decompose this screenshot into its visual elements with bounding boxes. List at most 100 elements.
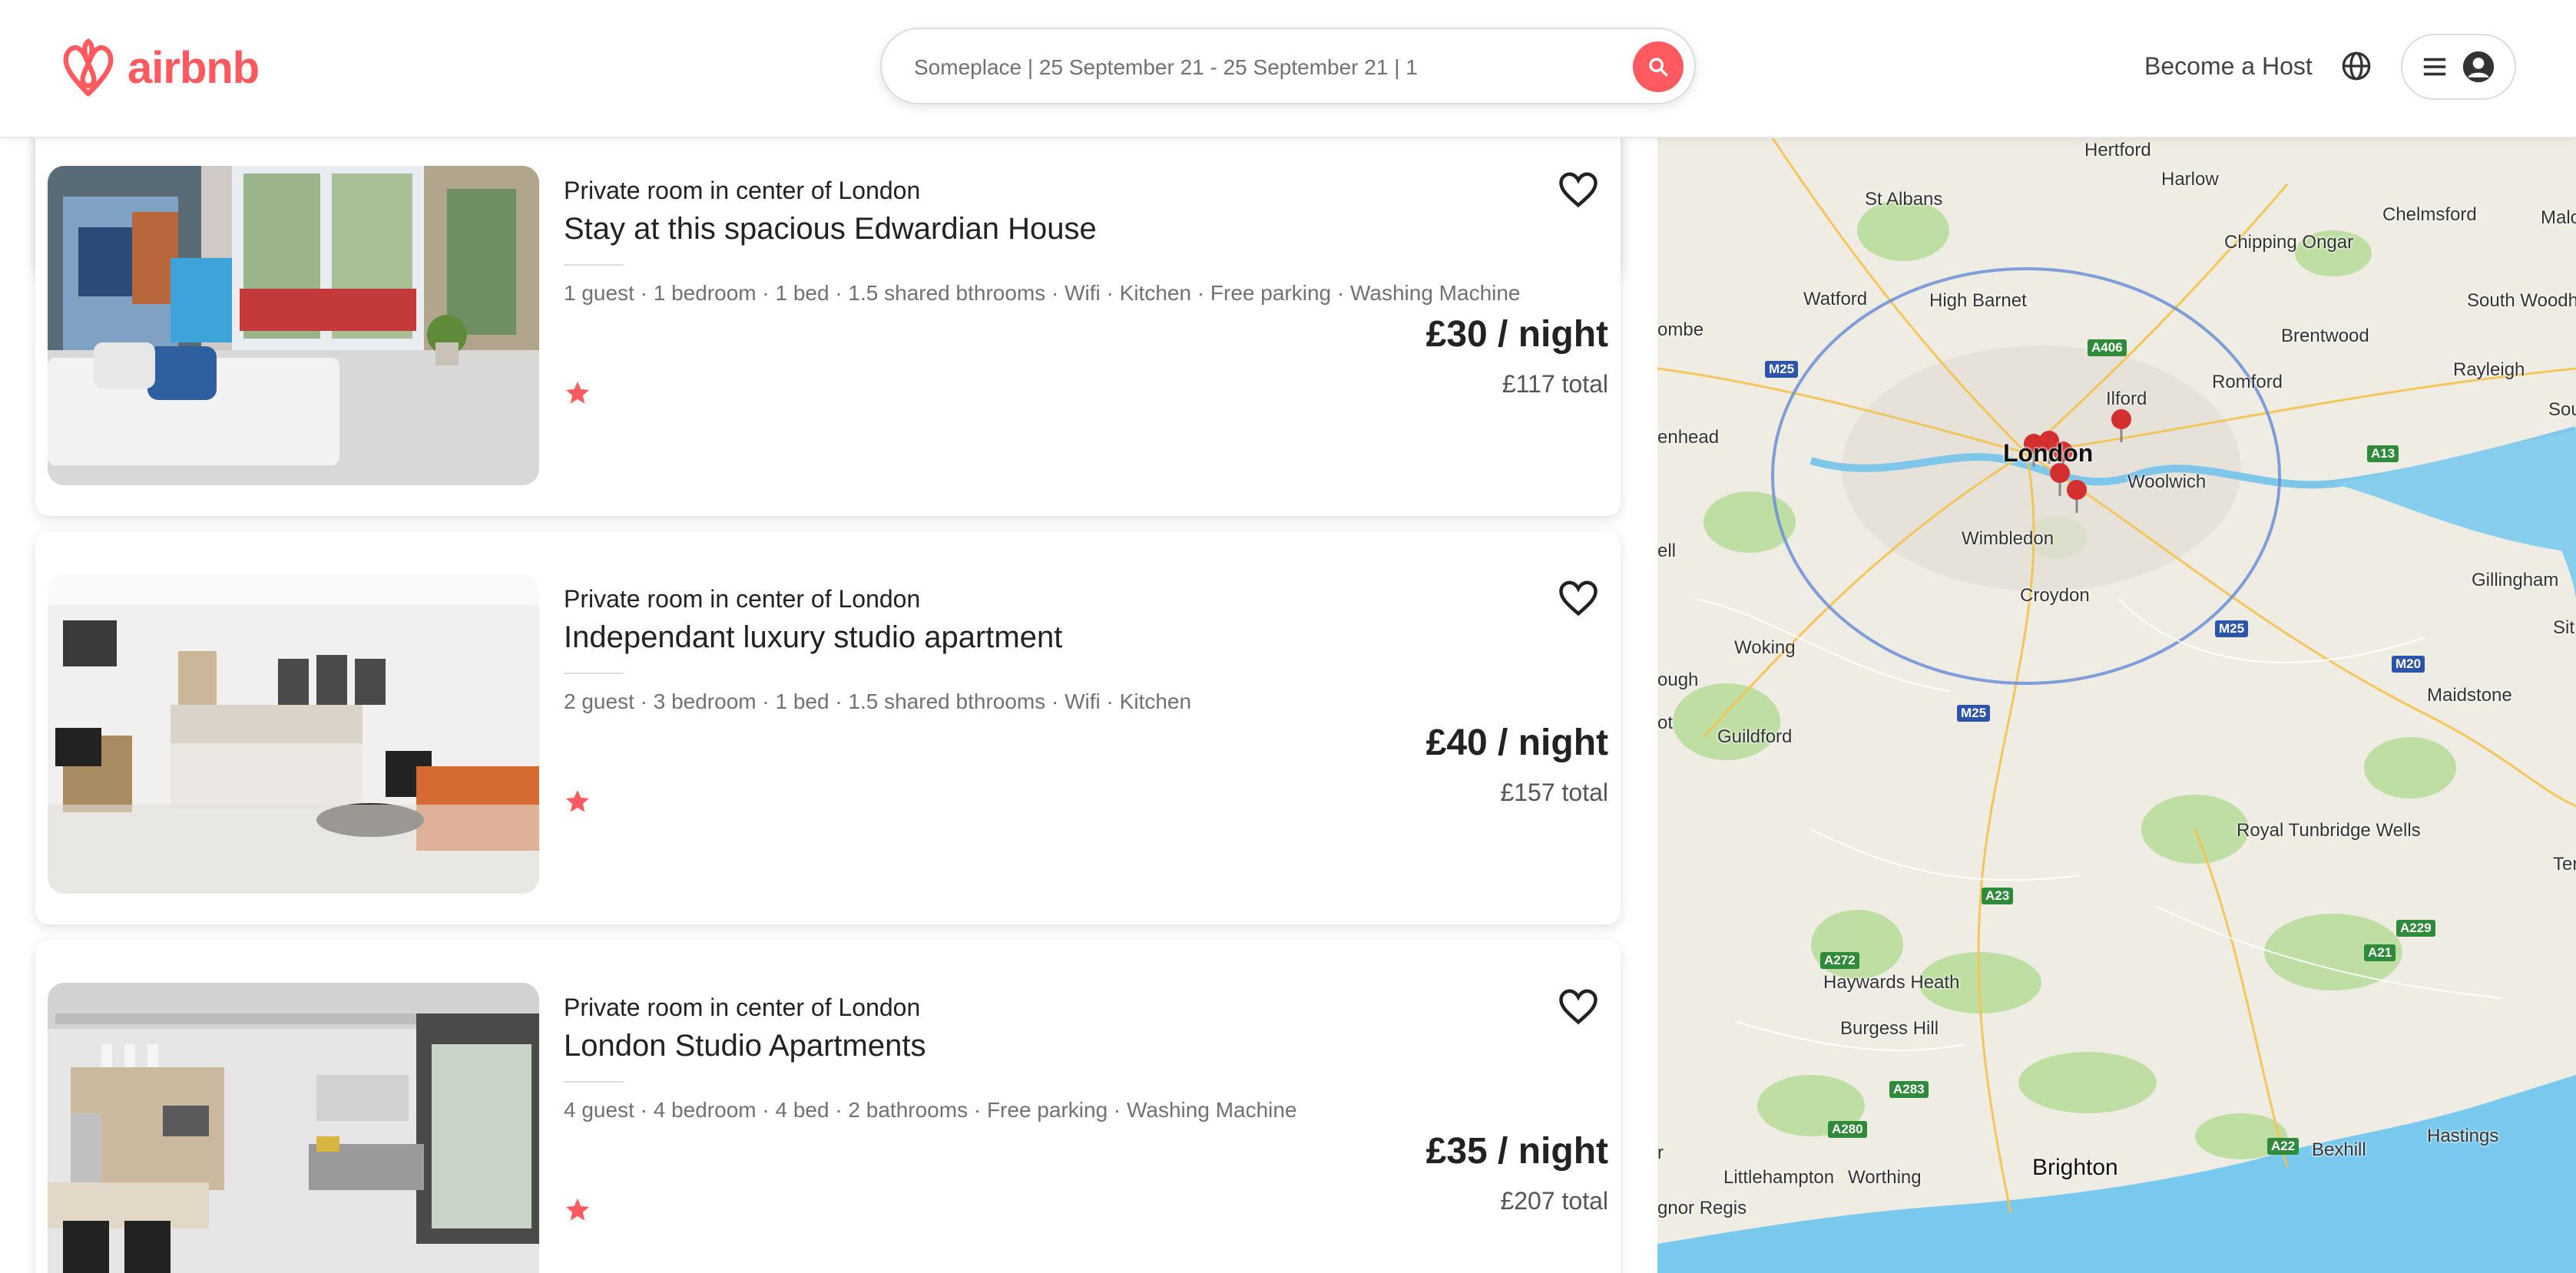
- room-photo-apartments: [48, 983, 539, 1273]
- map-label: Guildford: [1717, 726, 1793, 747]
- map-label: gnor Regis: [1657, 1198, 1747, 1218]
- road-label: M25: [1765, 361, 1799, 378]
- map-label: Watford: [1803, 289, 1868, 309]
- map-label: Littlehampton: [1723, 1167, 1835, 1188]
- map-label: enhead: [1657, 427, 1720, 448]
- favorite-heart-icon[interactable]: [1558, 579, 1599, 617]
- road-label: A21: [2364, 944, 2396, 961]
- map-label: Sit: [2553, 617, 2575, 638]
- listing-divider: [564, 1081, 624, 1083]
- road-label: A22: [2267, 1138, 2300, 1155]
- map-label: Brentwood: [2281, 326, 2369, 346]
- listing-room-type: Private room in center of London: [564, 177, 921, 204]
- listing-card[interactable]: Private room in center of London Indepen…: [35, 531, 1621, 924]
- map-label: r: [1657, 1142, 1664, 1163]
- map-panel[interactable]: Hertford Harlow Chelmsford Malo St Alban…: [1657, 138, 2576, 1273]
- listing-room-type: Private room in center of London: [564, 994, 921, 1021]
- airbnb-logo[interactable]: airbnb: [58, 35, 260, 100]
- listing-photo[interactable]: [48, 166, 539, 485]
- favorite-heart-icon[interactable]: [1558, 170, 1599, 209]
- map-label: Hastings: [2427, 1126, 2499, 1146]
- listing-photo[interactable]: [48, 983, 539, 1273]
- listings-panel[interactable]: Private room in center of London Stay at…: [0, 138, 1656, 1273]
- map-label: Gillingham: [2472, 570, 2559, 590]
- map-label: Haywards Heath: [1823, 972, 1960, 993]
- map-label: Ilford: [2106, 389, 2147, 409]
- listing-amenities: 4 guest · 4 bedroom · 4 bed · 2 bathroom…: [564, 1098, 1297, 1122]
- map-label: Wimbledon: [1962, 528, 2055, 549]
- listing-amenities: 2 guest · 3 bedroom · 1 bed · 1.5 shared…: [564, 689, 1192, 713]
- menu-icon: [2423, 58, 2446, 76]
- map-label: ough: [1657, 670, 1699, 690]
- road-label: M25: [1957, 705, 1991, 722]
- search-button[interactable]: [1633, 41, 1684, 92]
- map-label: Harlow: [2161, 169, 2219, 190]
- listing-photo[interactable]: [48, 574, 539, 894]
- listing-card[interactable]: Private room in center of London Stay at…: [35, 138, 1621, 516]
- road-label: A283: [1889, 1081, 1929, 1098]
- map-label: ell: [1657, 541, 1677, 561]
- listing-price: £40 / night: [1425, 722, 1608, 763]
- map-label: South Woodham Ferrers: [2467, 290, 2576, 311]
- road-label: M25: [2215, 620, 2249, 637]
- map-label: Chipping Ongar: [2224, 232, 2354, 253]
- listing-price: £30 / night: [1425, 314, 1608, 355]
- listing-room-type: Private room in center of London: [564, 585, 921, 613]
- map-label: ombe: [1657, 319, 1704, 340]
- road-label: M20: [2392, 656, 2425, 673]
- top-header: airbnb Someplace | 25 September 21 - 25 …: [0, 0, 2576, 138]
- map-label: Burgess Hill: [1840, 1018, 1939, 1039]
- become-host-link[interactable]: Become a Host: [2144, 52, 2313, 81]
- star-icon: [566, 1199, 589, 1221]
- listing-total: £157 total: [1500, 779, 1608, 806]
- room-photo-studio: [48, 574, 539, 894]
- map-label: Bexhill: [2312, 1139, 2366, 1160]
- user-menu-button[interactable]: [2401, 34, 2516, 100]
- map-label: Sou: [2548, 399, 2576, 420]
- listing-title[interactable]: Stay at this spacious Edwardian House: [564, 212, 1097, 246]
- map-label: Tent: [2553, 854, 2576, 875]
- map-label: Brighton: [2032, 1155, 2118, 1180]
- map-label: Woking: [1734, 637, 1796, 658]
- road-label: A272: [1820, 952, 1859, 969]
- star-icon: [566, 382, 589, 404]
- user-icon: [2462, 51, 2495, 83]
- search-summary[interactable]: Someplace | 25 September 21 - 25 Septemb…: [914, 55, 1418, 80]
- map-label: St Albans: [1865, 189, 1943, 210]
- listing-title[interactable]: London Studio Apartments: [564, 1029, 925, 1063]
- search-bar[interactable]: Someplace | 25 September 21 - 25 Septemb…: [880, 28, 1696, 104]
- listing-card[interactable]: Private room in center of London London …: [35, 940, 1621, 1273]
- listing-total: £117 total: [1502, 370, 1608, 398]
- listing-divider: [564, 673, 624, 674]
- favorite-heart-icon[interactable]: [1558, 987, 1599, 1026]
- globe-icon[interactable]: [2341, 51, 2372, 81]
- map-label: Worthing: [1848, 1167, 1922, 1188]
- listing-price: £35 / night: [1425, 1131, 1608, 1172]
- map-label: Maidstone: [2427, 685, 2512, 706]
- map-label: Rayleigh: [2453, 359, 2525, 380]
- map-label: Croydon: [2020, 585, 2090, 606]
- road-label: A229: [2396, 920, 2435, 937]
- listing-divider: [564, 264, 624, 266]
- map-label-london: London: [2003, 439, 2094, 467]
- road-label: A13: [2367, 445, 2399, 462]
- listing-total: £207 total: [1500, 1187, 1608, 1215]
- road-label: A406: [2088, 339, 2127, 356]
- map-label: High Barnet: [1929, 290, 2027, 311]
- logo-text: airbnb: [127, 42, 260, 93]
- road-label: A23: [1982, 888, 2014, 904]
- star-icon: [566, 790, 589, 812]
- listing-amenities: 1 guest · 1 bedroom · 1 bed · 1.5 shared…: [564, 281, 1521, 305]
- road-label: A280: [1828, 1121, 1867, 1138]
- map-label: ot: [1657, 713, 1674, 733]
- map-label: Woolwich: [2127, 471, 2207, 492]
- room-photo-edwardian: [48, 166, 539, 485]
- map-label: Malo: [2541, 207, 2576, 228]
- search-icon: [1649, 58, 1668, 77]
- map-label: Romford: [2212, 372, 2283, 392]
- listing-title[interactable]: Independant luxury studio apartment: [564, 620, 1062, 655]
- map-label: Royal Tunbridge Wells: [2237, 820, 2421, 841]
- map-label: Chelmsford: [2382, 204, 2477, 225]
- airbnb-logo-icon: [63, 38, 114, 97]
- map-label: Hertford: [2084, 140, 2151, 160]
